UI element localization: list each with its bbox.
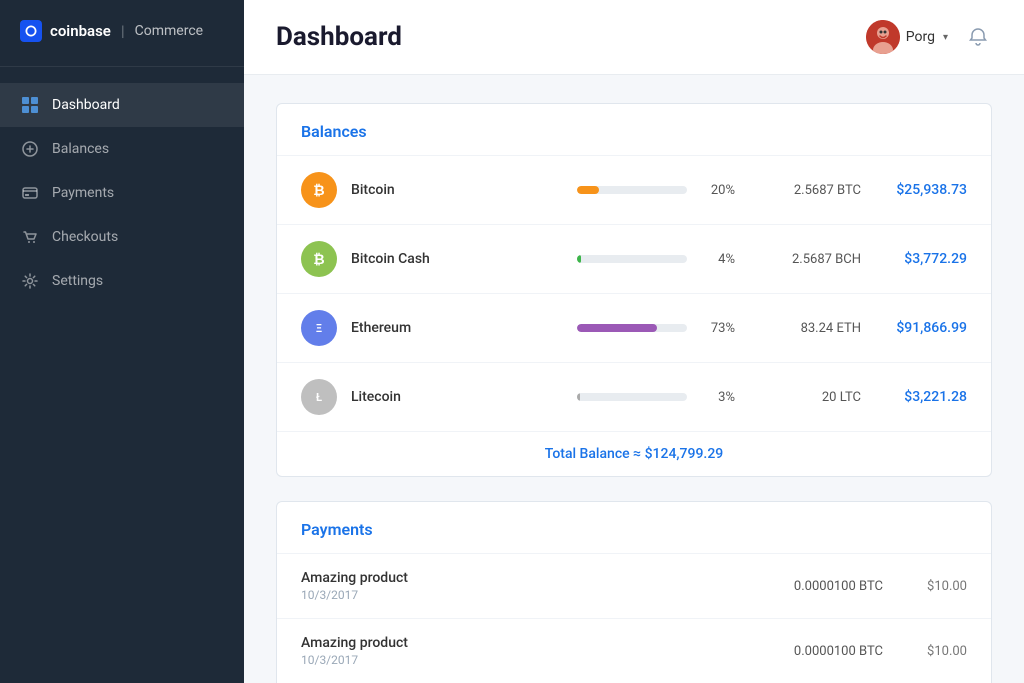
eth-value: $91,866.99 [877,320,967,336]
bch-bar-fill [577,255,581,263]
ltc-progress-bar [577,393,687,401]
btc-value: $25,938.73 [877,182,967,198]
user-name: Porg [906,29,935,45]
bch-pct: 4% [699,252,735,267]
ltc-amount: 20 LTC [751,390,861,405]
bch-icon: ₿ [301,241,337,277]
payment-amount-0: 0.0000100 BTC [794,579,883,594]
btc-icon: ₿ [301,172,337,208]
sidebar-item-balances[interactable]: Balances [0,127,244,171]
balance-row-ltc: Ł Litecoin 3% 20 LTC $3,221.28 [277,363,991,432]
ltc-pct: 3% [699,390,735,405]
btc-progress-bar [577,186,687,194]
eth-icon: Ξ [301,310,337,346]
ltc-name: Litecoin [351,389,577,405]
balance-row-btc: ₿ Bitcoin 20% 2.5687 BTC $25,938.73 [277,156,991,225]
sidebar-label-balances: Balances [52,141,109,157]
btc-name: Bitcoin [351,182,577,198]
payments-title: Payments [301,520,373,539]
bch-amount: 2.5687 BCH [751,252,861,267]
chevron-down-icon: ▾ [943,32,948,43]
payment-value-0: $10.00 [907,579,967,594]
eth-progress-bar [577,324,687,332]
app-sub: Commerce [135,23,203,39]
payment-info-1: Amazing product 10/3/2017 [301,635,794,667]
sidebar-item-dashboard[interactable]: Dashboard [0,83,244,127]
balance-row-bch: ₿ Bitcoin Cash 4% 2.5687 BCH $3,772.29 [277,225,991,294]
avatar-img [866,20,900,54]
logo-text: coinbase | Commerce [50,22,203,40]
app-name: coinbase [50,22,111,40]
payment-row-1: Amazing product 10/3/2017 0.0000100 BTC … [277,619,991,683]
balance-row-eth: Ξ Ethereum 73% 83.24 ETH $91,866.99 [277,294,991,363]
user-menu[interactable]: Porg ▾ [866,20,948,54]
payment-info-0: Amazing product 10/3/2017 [301,570,794,602]
sidebar-label-checkouts: Checkouts [52,229,118,245]
dashboard-icon [20,95,40,115]
avatar [866,20,900,54]
payment-date-0: 10/3/2017 [301,588,794,602]
sidebar-item-settings[interactable]: Settings [0,259,244,303]
payments-header: Payments [277,502,991,554]
balances-icon [20,139,40,159]
page-header: Dashboard Porg ▾ [244,0,1024,75]
payments-card: Payments Amazing product 10/3/2017 0.000… [276,501,992,683]
content-area: Balances ₿ Bitcoin 20% 2.5687 BTC $25,93… [244,75,1024,683]
ltc-value: $3,221.28 [877,389,967,405]
total-balance: Total Balance ≈ $124,799.29 [277,432,991,476]
main-content: Dashboard Porg ▾ [244,0,1024,683]
sidebar-item-checkouts[interactable]: Checkouts [0,215,244,259]
sidebar-label-payments: Payments [52,185,114,201]
coinbase-logo-icon [20,20,42,42]
checkouts-icon [20,227,40,247]
page-title: Dashboard [276,22,402,52]
sidebar-label-dashboard: Dashboard [52,97,120,113]
balances-title: Balances [301,122,367,141]
payment-name-1: Amazing product [301,635,794,651]
payment-amount-1: 0.0000100 BTC [794,644,883,659]
ltc-bar-fill [577,393,580,401]
eth-name: Ethereum [351,320,577,336]
sidebar: coinbase | Commerce Dashboard B [0,0,244,683]
sidebar-item-payments[interactable]: Payments [0,171,244,215]
bch-name: Bitcoin Cash [351,251,577,267]
eth-bar-fill [577,324,657,332]
eth-amount: 83.24 ETH [751,321,861,336]
balances-card: Balances ₿ Bitcoin 20% 2.5687 BTC $25,93… [276,103,992,477]
payment-row-0: Amazing product 10/3/2017 0.0000100 BTC … [277,554,991,619]
btc-bar-fill [577,186,599,194]
bch-value: $3,772.29 [877,251,967,267]
eth-pct: 73% [699,321,735,336]
balances-header: Balances [277,104,991,156]
payment-value-1: $10.00 [907,644,967,659]
header-right: Porg ▾ [866,20,992,54]
bch-progress-bar [577,255,687,263]
sidebar-label-settings: Settings [52,273,103,289]
payment-date-1: 10/3/2017 [301,653,794,667]
sidebar-nav: Dashboard Balances Payments [0,67,244,683]
btc-pct: 20% [699,183,735,198]
ltc-icon: Ł [301,379,337,415]
payments-icon [20,183,40,203]
notifications-bell-icon[interactable] [964,23,992,51]
payment-name-0: Amazing product [301,570,794,586]
logo: coinbase | Commerce [0,0,244,67]
settings-icon [20,271,40,291]
btc-amount: 2.5687 BTC [751,183,861,198]
